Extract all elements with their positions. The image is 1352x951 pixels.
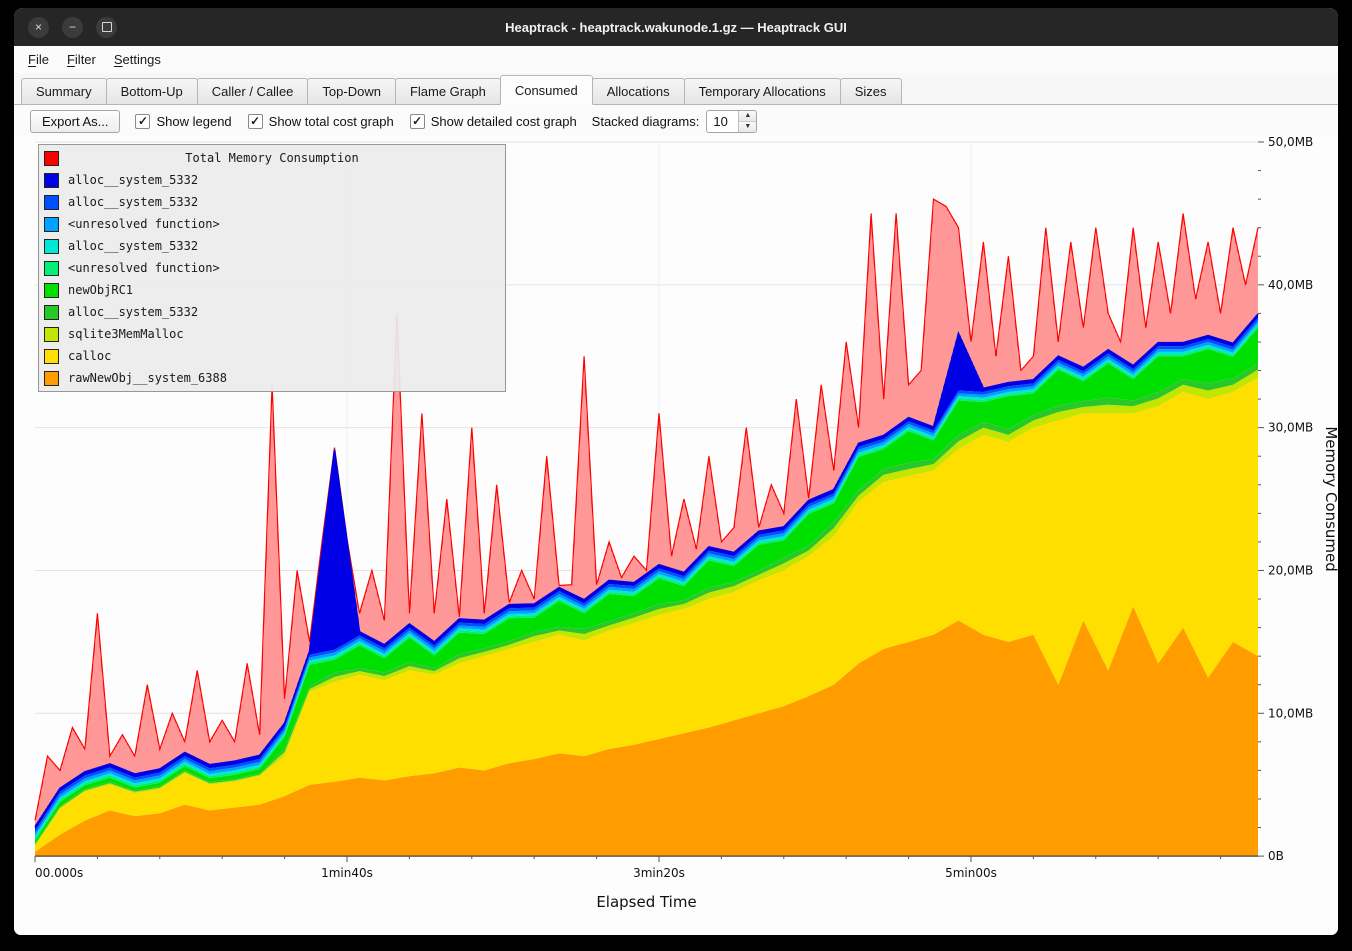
menu-file[interactable]: File [19,46,58,73]
tab-top-down[interactable]: Top-Down [307,78,396,104]
chart-legend: Total Memory Consumption alloc__system_53… [38,144,506,392]
legend-item-label: rawNewObj__system_6388 [68,371,227,385]
legend-item-label: alloc__system_5332 [68,305,198,319]
x-tick-label: 1min40s [321,866,373,880]
spin-down-button[interactable]: ▼ [739,122,756,132]
legend-swatch [44,217,59,232]
menu-filter[interactable]: Filter [58,46,105,73]
window-controls: ×− [28,8,117,46]
checkbox-label: Show legend [156,114,231,129]
legend-item: newObjRC1 [39,279,505,301]
legend-item: <unresolved function> [39,213,505,235]
stacked-diagrams-spinbox[interactable]: 10 ▲ ▼ [706,110,757,133]
legend-swatch [44,349,59,364]
legend-item-label: sqlite3MemMalloc [68,327,184,341]
y-tick-label: 50,0MB [1268,137,1313,149]
stacked-diagrams-label: Stacked diagrams: [592,114,700,129]
legend-title: Total Memory Consumption [39,151,505,165]
legend-item-label: <unresolved function> [68,217,220,231]
y-axis-title: Memory Consumed [1322,426,1338,571]
legend-item-label: newObjRC1 [68,283,133,297]
x-axis-title: Elapsed Time [596,893,696,911]
checkmark-icon: ✓ [248,114,263,129]
spin-up-button[interactable]: ▲ [739,111,756,122]
x-tick-label: 3min20s [633,866,685,880]
tab-allocations[interactable]: Allocations [592,78,685,104]
close-button[interactable]: × [28,17,49,38]
toolbar-checkboxes: ✓ Show legend ✓ Show total cost graph ✓ Show … [135,114,576,129]
minimize-button[interactable]: − [62,17,83,38]
legend-item: alloc__system_5332 [39,191,505,213]
legend-swatch [44,195,59,210]
legend-swatch [44,283,59,298]
title-bar: ×− Heaptrack - heaptrack.wakunode.1.gz —… [14,8,1338,46]
checkbox-show-detailed-cost-graph[interactable]: ✓ Show detailed cost graph [410,114,577,129]
spinner-buttons: ▲ ▼ [738,111,756,132]
checkbox-label: Show detailed cost graph [431,114,577,129]
checkbox-label: Show total cost graph [269,114,394,129]
y-tick-label: 20,0MB [1268,563,1313,577]
window-title: Heaptrack - heaptrack.wakunode.1.gz — He… [505,20,847,35]
tab-temporary-allocations[interactable]: Temporary Allocations [684,78,841,104]
export-as-button[interactable]: Export As... [30,110,120,133]
tab-consumed[interactable]: Consumed [500,75,593,105]
legend-swatch [44,327,59,342]
legend-swatch [44,371,59,386]
legend-swatch [44,239,59,254]
checkmark-icon: ✓ [135,114,150,129]
menu-settings[interactable]: Settings [105,46,170,73]
legend-item: sqlite3MemMalloc [39,323,505,345]
checkbox-show-legend[interactable]: ✓ Show legend [135,114,231,129]
legend-item: calloc [39,345,505,367]
tab-sizes[interactable]: Sizes [840,78,902,104]
tab-caller-callee[interactable]: Caller / Callee [197,78,309,104]
maximize-button[interactable] [96,17,117,38]
legend-item-label: calloc [68,349,111,363]
legend-swatch [44,305,59,320]
legend-item-label: <unresolved function> [68,261,220,275]
legend-item-label: alloc__system_5332 [68,173,198,187]
legend-item: <unresolved function> [39,257,505,279]
tab-bar: SummaryBottom-UpCaller / CalleeTop-DownF… [14,73,1338,105]
checkbox-show-total-cost-graph[interactable]: ✓ Show total cost graph [248,114,394,129]
legend-item-label: alloc__system_5332 [68,195,198,209]
legend-title-row: Total Memory Consumption [39,147,505,169]
y-tick-label: 10,0MB [1268,706,1313,720]
stacked-diagrams-group: Stacked diagrams: 10 ▲ ▼ [592,110,758,133]
x-tick-label: 5min00s [945,866,997,880]
legend-item-label: alloc__system_5332 [68,239,198,253]
legend-swatch [44,261,59,276]
toolbar: Export As... ✓ Show legend ✓ Show total cos… [14,105,1338,137]
legend-item: alloc__system_5332 [39,169,505,191]
chart-area: 00.000s 1min40s 3min20s 5min00s 0B 10,0MB 20,0… [14,137,1338,935]
y-tick-label: 0B [1268,849,1284,863]
legend-swatch [44,173,59,188]
checkmark-icon: ✓ [410,114,425,129]
legend-item: rawNewObj__system_6388 [39,367,505,389]
app-window: ×− Heaptrack - heaptrack.wakunode.1.gz —… [14,8,1338,935]
y-tick-label: 30,0MB [1268,421,1313,435]
maximize-icon [102,22,112,32]
tab-flame-graph[interactable]: Flame Graph [395,78,501,104]
x-tick-label: 00.000s [35,866,83,880]
tab-summary[interactable]: Summary [21,78,107,104]
menu-bar: FileFilterSettings [14,46,1338,73]
legend-item: alloc__system_5332 [39,301,505,323]
legend-item: alloc__system_5332 [39,235,505,257]
stacked-diagrams-value[interactable]: 10 [707,111,738,132]
tab-bottom-up[interactable]: Bottom-Up [106,78,198,104]
y-tick-label: 40,0MB [1268,278,1313,292]
